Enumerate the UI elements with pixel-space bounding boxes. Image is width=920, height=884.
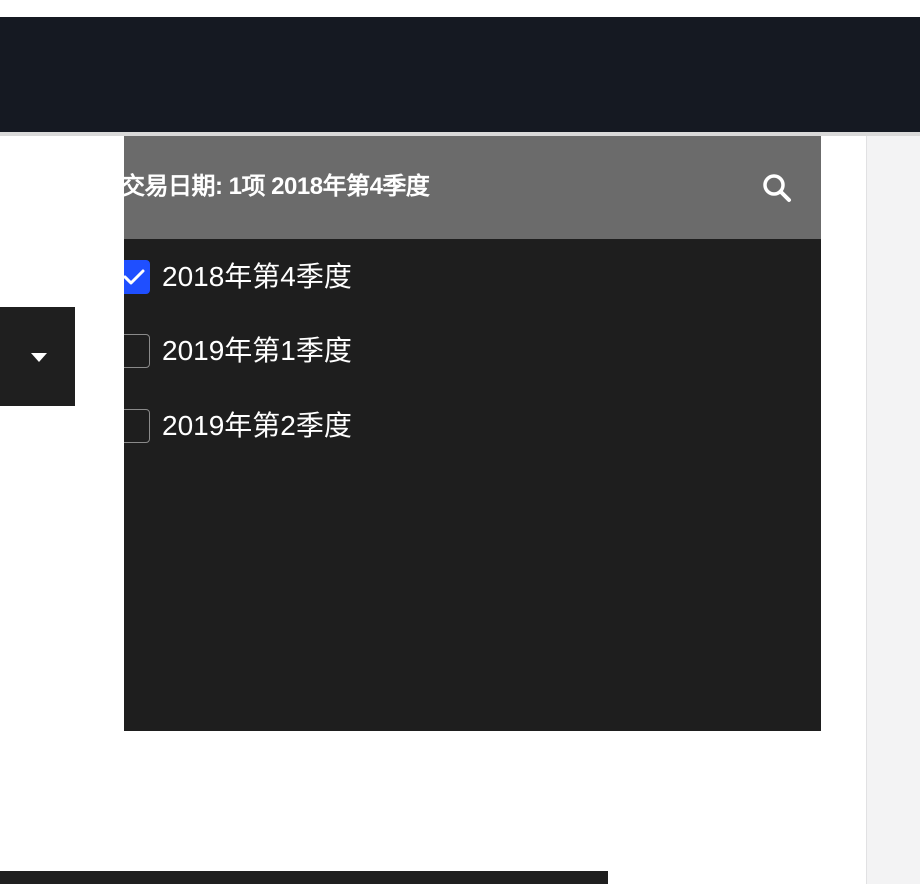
check-icon — [124, 269, 145, 285]
checkbox-checked[interactable] — [124, 260, 150, 294]
filter-header: 交易日期: 1项 2018年第4季度 — [124, 136, 821, 239]
caret-down-icon — [31, 353, 47, 362]
filter-option-label: 2019年第2季度 — [162, 410, 352, 441]
filter-option-2019-q2[interactable]: 2019年第2季度 — [124, 404, 821, 448]
search-icon[interactable] — [760, 171, 796, 207]
filter-title: 交易日期: 1项 2018年第4季度 — [124, 173, 430, 200]
bottom-dark-bar — [0, 871, 608, 884]
top-gap — [0, 0, 920, 17]
top-navigation-bar — [0, 17, 920, 132]
dropdown-trigger[interactable] — [0, 307, 75, 406]
page: 交易日期: 1项 2018年第4季度 2018年第4季度 2019年第1季度 2… — [0, 0, 920, 884]
filter-option-2019-q1[interactable]: 2019年第1季度 — [124, 329, 821, 373]
checkbox-unchecked[interactable] — [124, 409, 150, 443]
filter-option-label: 2019年第1季度 — [162, 335, 352, 366]
right-side-panel — [866, 136, 920, 884]
checkbox-unchecked[interactable] — [124, 334, 150, 368]
filter-option-2018-q4[interactable]: 2018年第4季度 — [124, 255, 821, 299]
filter-option-label: 2018年第4季度 — [162, 261, 352, 292]
date-filter-popup: 交易日期: 1项 2018年第4季度 2018年第4季度 2019年第1季度 2… — [124, 136, 821, 731]
